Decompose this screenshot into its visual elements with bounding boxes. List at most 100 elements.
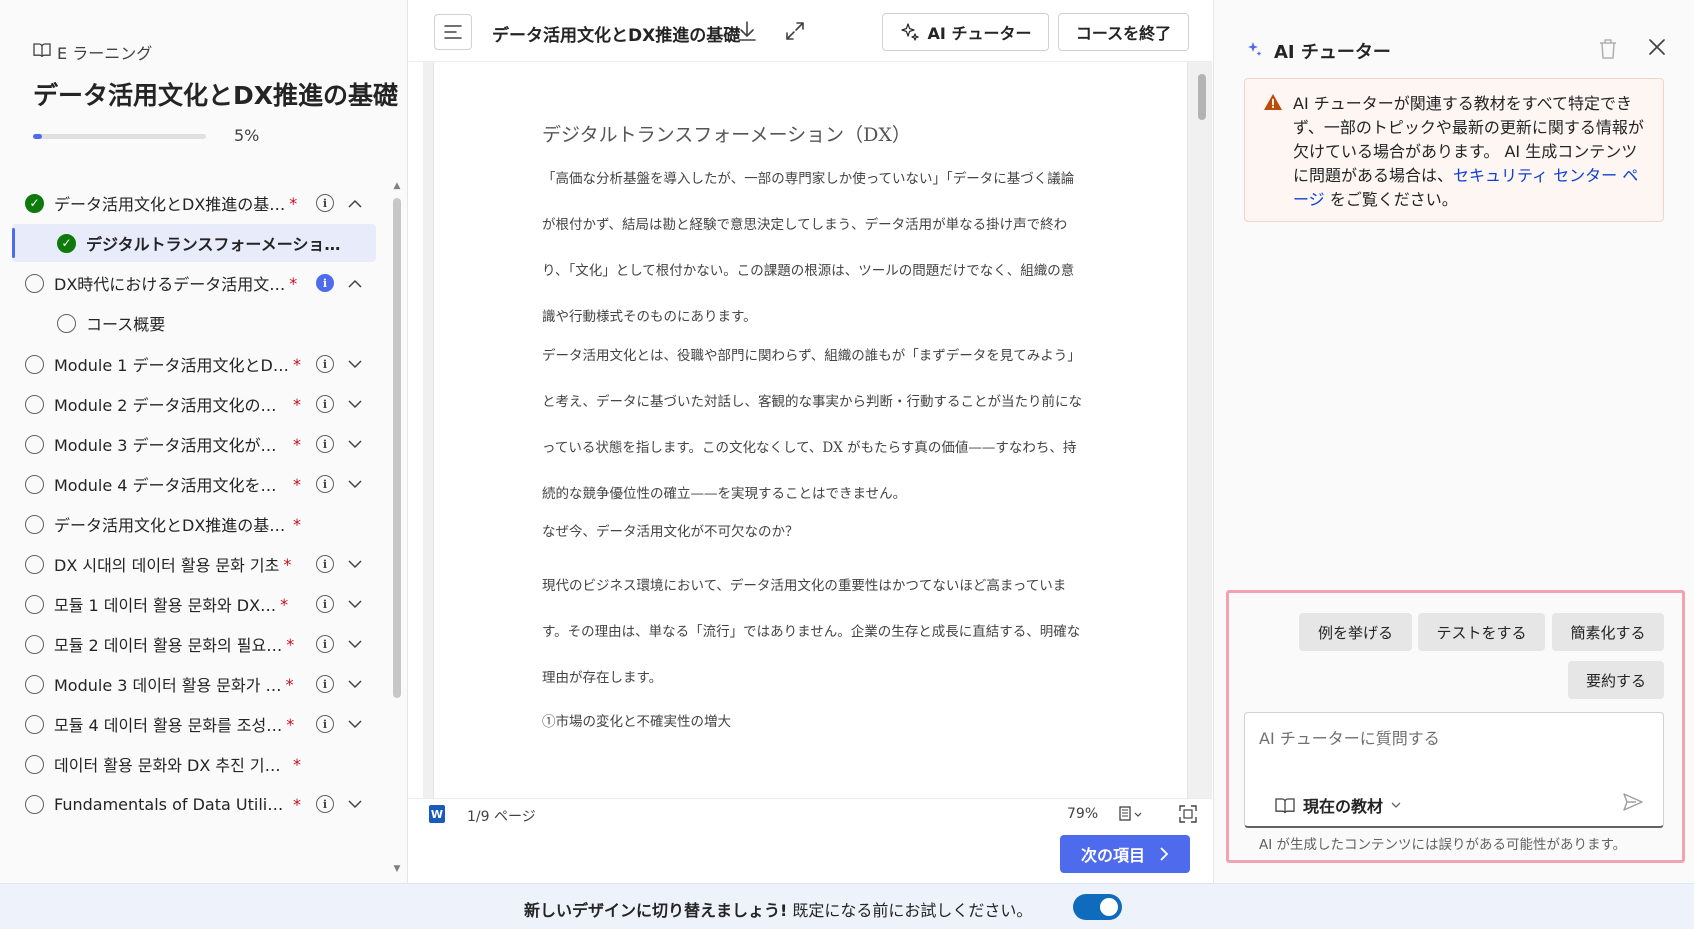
outline-item-label: 모듈 4 데이터 활용 문화를 조성… (54, 716, 283, 735)
info-icon[interactable]: i (316, 435, 334, 453)
progress-percent: 5% (234, 126, 260, 145)
not-started-circle-icon (25, 554, 44, 574)
info-icon[interactable]: i (316, 274, 334, 292)
book-icon (1275, 797, 1295, 813)
outline-item[interactable]: 데이터 활용 문화와 DX 추진 기초 퀴즈 * (12, 745, 376, 783)
outline-item-label: Module 4 データ活用文化を醸… (54, 476, 289, 495)
simplify-chip[interactable]: 簡素化する (1552, 613, 1664, 651)
expand-icon[interactable] (783, 19, 807, 43)
scroll-down-arrow-icon[interactable]: ▼ (391, 863, 403, 875)
info-icon[interactable]: i (316, 635, 334, 653)
chevron-down-icon[interactable] (346, 475, 364, 493)
toggle-knob (1100, 898, 1118, 916)
banner-message: 新しいデザインに切り替えましょう! 既定になる前にお試しください。 (524, 897, 1032, 921)
quiz-me-chip[interactable]: テストをする (1418, 613, 1545, 651)
document-status-bar: W 1/9 ページ 79% (409, 798, 1212, 828)
outline-item[interactable]: Module 3 데이터 활용 문화가 … * i (12, 665, 376, 703)
outline-item[interactable]: DX時代におけるデータ活用文… * i (12, 264, 376, 302)
end-course-button[interactable]: コースを終了 (1058, 13, 1189, 51)
viewer-toolbar: データ活用文化とDX推進の基礎 AI チューター コースを終了 (409, 0, 1212, 62)
banner-bold-text: 新しいデザインに切り替えましょう! (524, 901, 788, 920)
info-icon[interactable]: i (316, 194, 334, 212)
chevron-down-icon[interactable] (346, 355, 364, 373)
chevron-down-icon[interactable] (346, 595, 364, 613)
outline-item-label: Module 3 데이터 활용 문화가 … (54, 676, 282, 695)
outline-item[interactable]: Module 3 データ活用文化が根… * i (12, 425, 376, 463)
outline-item[interactable]: 모듈 4 데이터 활용 문화를 조성… * i (12, 705, 376, 743)
ai-warning-banner: AI チューターが関連する教材をすべて特定できず、一部のトピックや最新の更新に関… (1244, 78, 1664, 222)
book-icon (33, 42, 51, 62)
outline-subitem[interactable]: ✓ デジタルトランスフォーメーショ… (12, 224, 376, 262)
trash-icon[interactable] (1598, 38, 1618, 64)
outline-subitem[interactable]: コース概要 (12, 304, 376, 342)
send-icon[interactable] (1623, 793, 1643, 815)
next-item-button[interactable]: 次の項目 (1060, 835, 1190, 873)
fit-to-screen-icon[interactable] (1179, 805, 1197, 827)
info-icon[interactable]: i (316, 795, 334, 813)
warning-suffix: をご覧ください。 (1324, 190, 1458, 209)
outline-toggle-button[interactable] (434, 14, 472, 50)
info-icon[interactable]: i (316, 555, 334, 573)
chevron-up-icon[interactable] (346, 274, 364, 292)
close-icon[interactable] (1648, 38, 1666, 60)
scroll-up-arrow-icon[interactable]: ▲ (391, 180, 403, 192)
required-marker: * (289, 193, 298, 213)
document-scrollbar-thumb[interactable] (1198, 74, 1206, 120)
document-title: データ活用文化とDX推進の基礎 (492, 26, 741, 46)
outline-item[interactable]: データ活用文化とDX推進の基礎クイズ* (12, 505, 376, 543)
required-marker: * (293, 474, 301, 494)
outline-item[interactable]: Fundamentals of Data Utilizatio…* i (12, 785, 376, 823)
required-marker: * (293, 434, 301, 454)
required-marker: * (286, 714, 295, 734)
info-icon[interactable]: i (316, 595, 334, 613)
ai-tutor-button[interactable]: AI チューター (882, 13, 1049, 51)
info-icon[interactable]: i (316, 475, 334, 493)
info-icon[interactable]: i (316, 675, 334, 693)
breadcrumb[interactable]: E ラーニング (33, 40, 152, 64)
outline-item[interactable]: DX 시대의 데이터 활용 문화 기초 * i (12, 545, 376, 583)
chevron-up-icon[interactable] (346, 194, 364, 212)
document-paragraph: 現代のビジネス環境において、データ活用文化の重要性はかつてないほど高まっています… (542, 578, 1081, 686)
required-marker: * (293, 794, 301, 814)
chevron-down-icon[interactable] (346, 675, 364, 693)
document-canvas[interactable]: デジタルトランスフォーメーション（DX） 「高価な分析基盤を導入したが、一部の専… (423, 62, 1212, 798)
sparkle-icon (900, 23, 919, 41)
chevron-down-icon[interactable] (346, 635, 364, 653)
sidebar-scrollbar[interactable]: ▲ ▼ (391, 180, 403, 875)
course-sidebar: E ラーニング データ活用文化とDX推進の基礎 5% ✓ データ活用文化とDX推進… (0, 0, 408, 883)
view-mode-icon[interactable] (1119, 806, 1143, 826)
ask-placeholder: AI チューターに質問する (1259, 729, 1440, 748)
chevron-down-icon (1391, 802, 1401, 808)
not-started-circle-icon (25, 354, 44, 374)
outline-item[interactable]: Module 4 データ活用文化を醸… * i (12, 465, 376, 503)
outline-item[interactable]: Module 1 データ活用文化とDX… * i (12, 345, 376, 383)
zoom-level[interactable]: 79% (1067, 806, 1098, 822)
chevron-down-icon[interactable] (346, 715, 364, 733)
scrollbar-thumb[interactable] (393, 198, 401, 698)
ask-ai-tutor-input[interactable]: AI チューターに質問する 現在の教材 (1244, 712, 1664, 828)
end-course-button-label: コースを終了 (1075, 24, 1172, 43)
info-icon[interactable]: i (316, 395, 334, 413)
outline-item[interactable]: 모듈 2 데이터 활용 문화의 필요… * i (12, 625, 376, 663)
info-icon[interactable]: i (316, 715, 334, 733)
course-progress-bar (33, 134, 206, 139)
required-marker: * (280, 594, 289, 614)
new-design-toggle[interactable] (1073, 894, 1122, 920)
outline-item[interactable]: Module 2 データ活用文化の必… * i (12, 385, 376, 423)
document-subheading: なぜ今、データ活用文化が不可欠なのか？ (542, 524, 799, 540)
download-icon[interactable] (735, 19, 759, 43)
progress-fill (33, 134, 42, 139)
outline-item[interactable]: ✓ データ活用文化とDX推進の基… * i (12, 184, 376, 222)
chevron-down-icon[interactable] (346, 395, 364, 413)
chevron-down-icon[interactable] (346, 555, 364, 573)
give-example-chip[interactable]: 例を挙げる (1299, 613, 1412, 651)
menu-icon (444, 25, 462, 39)
page-indicator: 1/9 ページ (467, 809, 536, 825)
chevron-down-icon[interactable] (346, 795, 364, 813)
chevron-down-icon[interactable] (346, 435, 364, 453)
summarize-chip[interactable]: 要約する (1568, 661, 1664, 699)
required-marker: * (289, 273, 298, 293)
current-material-dropdown[interactable]: 現在の教材 (1275, 793, 1401, 817)
outline-item[interactable]: 모듈 1 데이터 활용 문화와 DX… * i (12, 585, 376, 623)
info-icon[interactable]: i (316, 355, 334, 373)
